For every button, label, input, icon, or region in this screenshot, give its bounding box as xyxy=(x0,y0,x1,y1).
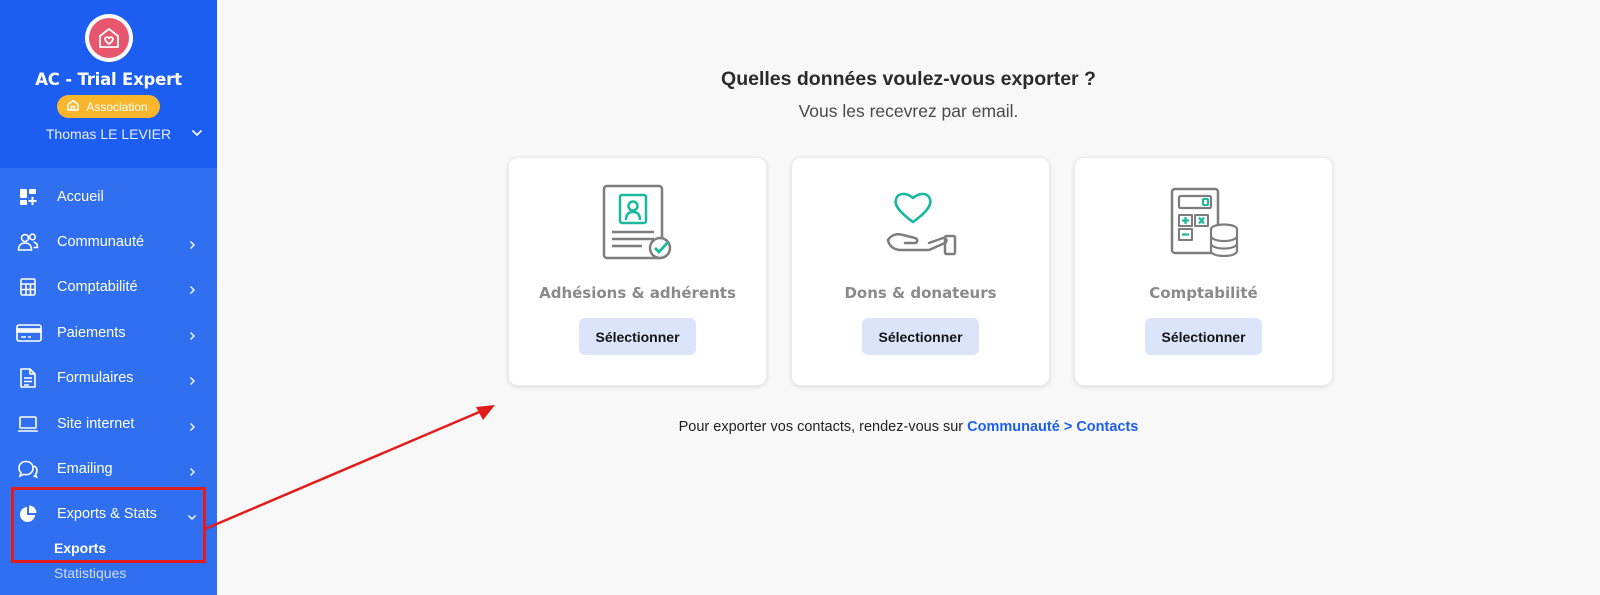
footer-note-text: Pour exporter vos contacts, rendez-vous … xyxy=(678,419,968,435)
sidebar-subitem-statistiques[interactable]: Statistiques xyxy=(0,560,217,585)
sidebar-item-label: Accueil xyxy=(57,188,104,205)
select-comptabilite-button[interactable]: Sélectionner xyxy=(1145,318,1262,355)
main-content: Quelles données voulez-vous exporter ? V… xyxy=(217,0,1600,595)
card-title: Dons & donateurs xyxy=(844,284,997,302)
membership-certificate-icon xyxy=(602,184,674,262)
chevron-right-icon xyxy=(187,419,197,431)
org-badge-label: Association xyxy=(86,99,148,114)
chat-icon xyxy=(16,457,40,481)
house-heart-icon xyxy=(88,18,129,58)
org-header: AC - Trial Expert Association Thomas LE … xyxy=(0,0,217,168)
chevron-right-icon xyxy=(187,373,197,386)
org-name: AC - Trial Expert xyxy=(35,70,182,89)
sidebar-item-communaute[interactable]: Communauté xyxy=(0,219,217,264)
calculator-icon xyxy=(16,275,40,299)
sidebar-item-label: Communauté xyxy=(57,234,145,251)
accounting-calculator-icon xyxy=(1168,184,1240,262)
dashboard-icon xyxy=(16,185,40,209)
sidebar-item-comptabilite[interactable]: Comptabilité xyxy=(0,265,217,310)
credit-card-icon xyxy=(16,321,42,345)
chevron-down-icon[interactable] xyxy=(191,124,203,142)
users-icon xyxy=(16,230,40,254)
export-card-adhesions: Adhésions & adhérents Sélectionner xyxy=(508,157,767,386)
card-title: Adhésions & adhérents xyxy=(539,284,736,302)
select-adhesions-button[interactable]: Sélectionner xyxy=(579,318,696,355)
sidebar-item-site-internet[interactable]: Site internet xyxy=(0,401,217,446)
sidebar-item-paiements[interactable]: Paiements xyxy=(0,310,217,355)
document-icon xyxy=(16,366,40,390)
sidebar-item-label: Formulaires xyxy=(57,370,134,387)
sidebar-item-label: Comptabilité xyxy=(57,279,138,296)
export-cards: Adhésions & adhérents Sélectionner Dons … xyxy=(508,157,1333,386)
sidebar-item-label: Paiements xyxy=(57,324,126,341)
sidebar-item-accueil[interactable]: Accueil xyxy=(0,174,217,219)
contacts-link[interactable]: Communauté > Contacts xyxy=(967,419,1138,435)
chevron-right-icon xyxy=(187,328,197,340)
chevron-right-icon xyxy=(187,237,197,250)
card-title: Comptabilité xyxy=(1149,284,1258,302)
select-dons-button[interactable]: Sélectionner xyxy=(862,318,979,355)
org-type-badge: Association xyxy=(57,95,160,118)
org-logo[interactable] xyxy=(84,14,133,62)
chevron-right-icon xyxy=(187,282,197,295)
sidebar-item-label: Site internet xyxy=(57,415,135,432)
sidebar-item-label: Emailing xyxy=(57,461,113,478)
export-card-dons: Dons & donateurs Sélectionner xyxy=(791,157,1050,386)
export-card-comptabilite: Comptabilité Sélectionner xyxy=(1074,157,1333,386)
annotation-highlight-box xyxy=(11,487,206,563)
footer-note: Pour exporter vos contacts, rendez-vous … xyxy=(217,419,1600,435)
sidebar-item-emailing[interactable]: Emailing xyxy=(0,446,217,491)
donation-hand-icon xyxy=(885,184,957,262)
page-title: Quelles données voulez-vous exporter ? xyxy=(721,68,1096,90)
home-icon xyxy=(66,98,80,115)
user-name[interactable]: Thomas LE LEVIER xyxy=(46,126,171,142)
chevron-right-icon xyxy=(187,464,197,477)
laptop-icon xyxy=(16,412,40,436)
sidebar-item-formulaires[interactable]: Formulaires xyxy=(0,356,217,401)
page-subtitle: Vous les recevrez par email. xyxy=(798,101,1019,121)
